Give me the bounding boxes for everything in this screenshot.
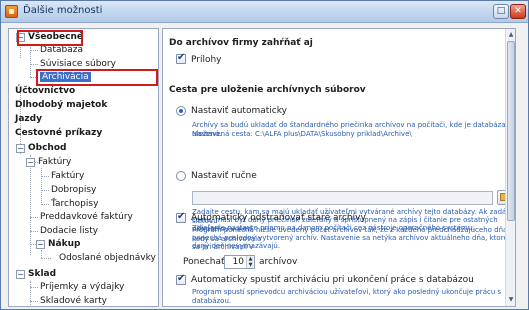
tree-item-dlhodoby-majetok[interactable]: Dlhodobý majetok <box>15 99 107 112</box>
tree-item-label: Preddavkové faktúry <box>40 212 133 222</box>
manual-path-input[interactable] <box>192 191 493 205</box>
highlight-vseobecne <box>17 30 83 46</box>
collapse-icon[interactable]: − <box>36 240 45 249</box>
tree-item-label: Ťarchopisy <box>51 199 99 209</box>
tree-item-faktury-group[interactable]: Faktúry <box>38 156 71 169</box>
autostart-archive-checkbox[interactable] <box>176 273 186 285</box>
tree-item-label: Faktúry <box>51 171 85 181</box>
remove-note-line-3: daný deň nevymazávajú. <box>192 242 281 250</box>
tree-item-label: Sklad <box>28 269 57 279</box>
tree-item-label: Skladové karty <box>40 296 108 306</box>
tree-item-nakup[interactable]: Nákup <box>48 238 80 251</box>
close-icon[interactable]: ✕ <box>510 4 526 19</box>
prilohy-checkbox[interactable] <box>176 52 186 64</box>
collapse-icon[interactable]: − <box>16 270 25 279</box>
scroll-thumb[interactable] <box>507 41 515 221</box>
tree-item-jazdy[interactable]: Jazdy <box>15 113 42 126</box>
autostart-archive-label[interactable]: Automaticky spustiť archiváciu pri ukonč… <box>191 275 474 285</box>
scroll-down-icon[interactable]: ▼ <box>507 295 515 304</box>
tree-item-prijemky-a-vydajky[interactable]: Príjemky a výdajky <box>40 281 124 294</box>
collapse-icon[interactable]: − <box>26 158 35 167</box>
tree-item-cestovne-prikazy[interactable]: Cestovné príkazy <box>15 127 102 140</box>
auto-path-value: Nastavená cesta: C:\ALFA plus\DATA\Skuso… <box>192 130 412 138</box>
dialog-body: − Všeobecné Databáza Súvisiace súbory Ar… <box>5 25 524 307</box>
settings-tree: − Všeobecné Databáza Súvisiace súbory Ar… <box>8 28 159 307</box>
tree-item-preddavkove-faktury[interactable]: Preddavkové faktúry <box>40 211 133 224</box>
prilohy-label[interactable]: Prílohy <box>191 55 222 65</box>
auto-path-label[interactable]: Nastaviť automaticky <box>191 106 287 116</box>
tree-item-label: Databáza <box>40 45 83 55</box>
tree-item-sklad[interactable]: Sklad <box>28 268 56 281</box>
autostart-note: Program spustí sprievodcu archiváciou už… <box>192 288 502 305</box>
tree-item-label: Cestovné príkazy <box>15 128 103 138</box>
panel-scrollbar[interactable]: ▲ ▼ <box>505 29 515 306</box>
remove-old-archives-label[interactable]: Automaticky odstraňovať staré archívy <box>191 213 366 223</box>
section-heading-path: Cesta pre uloženie archívnych súborov <box>169 85 366 95</box>
tree-item-odoslane-objednavky[interactable]: Odoslané objednávky <box>59 252 156 265</box>
maximize-icon[interactable]: □ <box>493 4 509 19</box>
scroll-up-icon[interactable]: ▲ <box>507 30 515 39</box>
tree-item-label: Príjemky a výdajky <box>40 282 125 292</box>
tree-item-label: Účtovníctvo <box>15 86 76 96</box>
manual-path-radio[interactable] <box>176 171 186 181</box>
section-heading-include: Do archívov firmy zahŕňať aj <box>169 38 313 48</box>
tree-item-dodacie-listy[interactable]: Dodacie listy <box>40 225 98 238</box>
tree-item-label: Dobropisy <box>51 185 97 195</box>
tree-item-label: Jazdy <box>15 114 42 124</box>
keep-unit-label: archívov <box>259 257 298 267</box>
highlight-archivacia <box>36 69 158 86</box>
tree-item-skladove-karty[interactable]: Skladové karty <box>40 295 108 306</box>
tree-item-dobropisy[interactable]: Dobropisy <box>51 184 96 197</box>
spin-down-icon[interactable]: ▼ <box>246 262 254 268</box>
settings-panel: Do archívov firmy zahŕňať aj Prílohy Ces… <box>162 28 516 307</box>
title-bar[interactable]: Ďalšie možnosti □ ✕ <box>1 1 528 23</box>
tree-item-uctovnictvo[interactable]: Účtovníctvo <box>15 85 75 98</box>
tree-item-label: Odoslané objednávky <box>59 253 156 263</box>
tree-item-label: Obchod <box>28 143 67 153</box>
tree-item-tarchopisy[interactable]: Ťarchopisy <box>51 198 98 211</box>
options-dialog: Ďalšie možnosti □ ✕ − Všeobecné Databáza… <box>0 0 529 310</box>
tree-item-label: Faktúry <box>38 157 72 167</box>
app-icon <box>5 5 18 18</box>
tree-item-faktury[interactable]: Faktúry <box>51 170 84 183</box>
collapse-icon[interactable]: − <box>16 144 25 153</box>
window-title: Ďalšie možnosti <box>23 5 103 16</box>
tree-item-obchod[interactable]: Obchod <box>28 142 66 155</box>
tree-item-label: Dodacie listy <box>40 226 99 236</box>
remove-old-archives-checkbox[interactable] <box>176 211 186 223</box>
keep-label: Ponechať <box>183 257 225 267</box>
tree-item-label: Dlhodobý majetok <box>15 100 108 110</box>
auto-path-radio[interactable] <box>176 106 186 116</box>
manual-path-label[interactable]: Nastaviť ručne <box>191 171 257 181</box>
tree-item-label: Súvisiace súbory <box>40 59 116 69</box>
tree-item-label: Nákup <box>48 239 81 249</box>
